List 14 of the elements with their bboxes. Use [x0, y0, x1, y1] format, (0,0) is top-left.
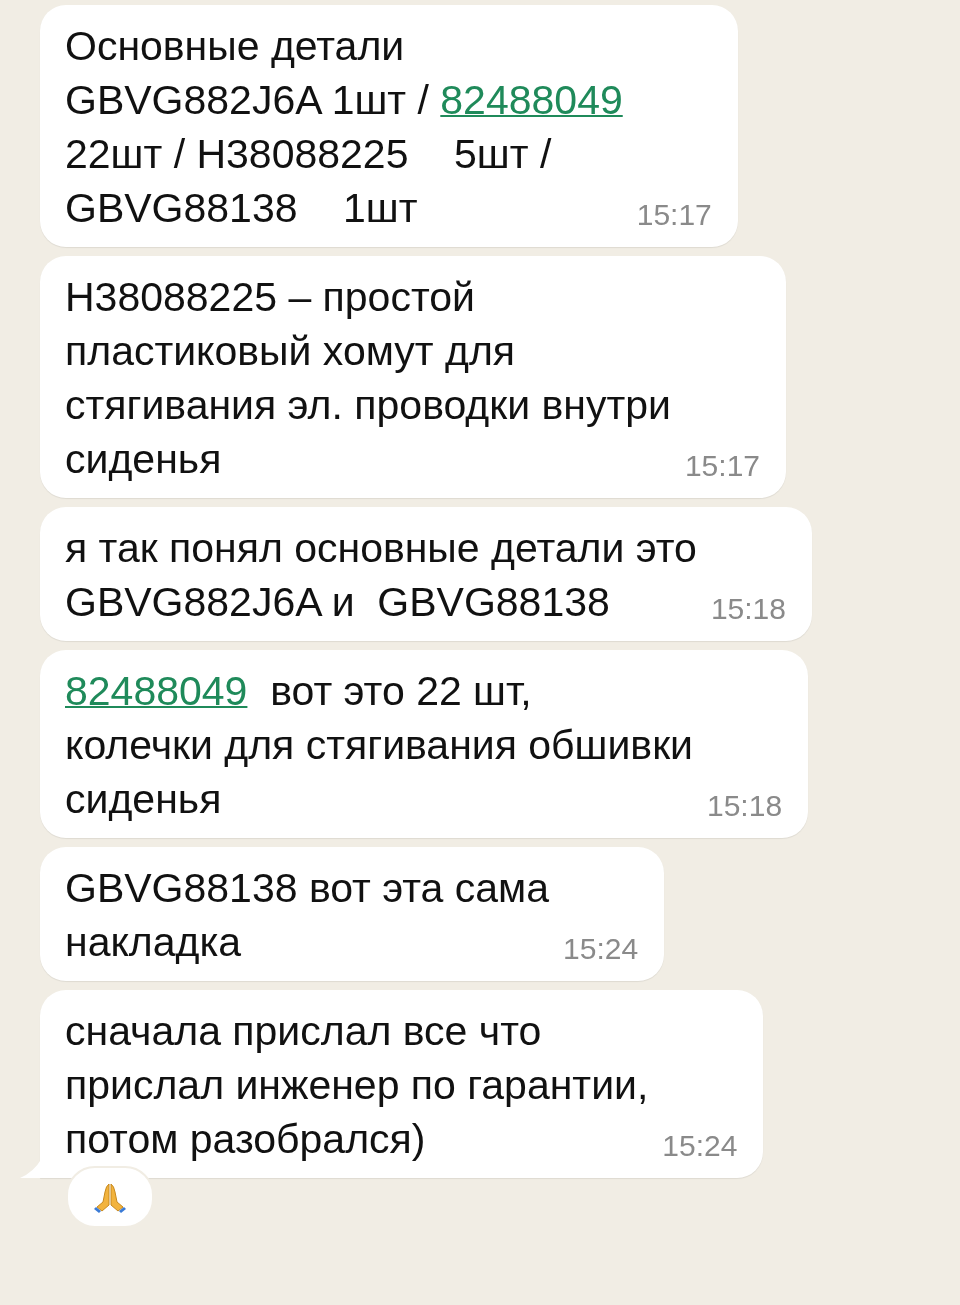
message-text: я так понял основные детали это GBVG882J6A и GBVG88138 — [65, 524, 697, 627]
message-time: 15:18 — [707, 788, 783, 824]
message-text: H38088225 – простой пластиковый хомут для стягивания эл. проводки внутри сиденья — [65, 273, 671, 484]
message-time: 15:24 — [563, 931, 639, 967]
message-time: 15:17 — [684, 448, 760, 484]
message-text: 82488049 вот это 22 шт, колечки для стягивания обшивки сиденья — [65, 667, 693, 824]
message-text: сначала прислал все что прислал инженер по гарантии, потом разобрался) — [65, 1007, 649, 1164]
message-time: 15:18 — [710, 591, 786, 627]
phone-link[interactable]: 82488049 — [65, 668, 248, 714]
message-text: GBVG88138 вот эта сама накладка — [65, 864, 550, 967]
message-text: Основные детали GBVG882J6A 1шт / 82488049 22шт / H38088225 5шт / GBVG88138 1шт — [65, 22, 623, 233]
message-time: 15:24 — [662, 1128, 738, 1164]
phone-link[interactable]: 82488049 — [440, 77, 623, 123]
message-time: 15:17 — [636, 197, 712, 233]
